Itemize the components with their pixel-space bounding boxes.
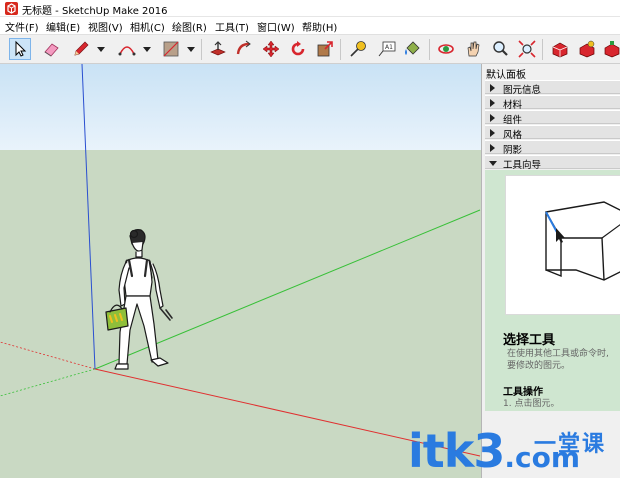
menu-tools[interactable]: 工具(T) — [215, 19, 249, 34]
pencil-icon[interactable] — [70, 38, 92, 60]
collapse-arrow-icon — [489, 161, 497, 166]
toolbar-separator — [429, 39, 430, 60]
eraser-icon[interactable] — [40, 38, 62, 60]
menu-camera[interactable]: 相机(C) — [130, 19, 165, 34]
toolbar-separator — [542, 39, 543, 60]
instructor-content: 选择工具 在使用其他工具或命令时, 要修改的图元。 工具操作 1. 点击图元。 — [485, 170, 620, 411]
scene-canvas — [0, 64, 481, 457]
tape-measure-icon[interactable] — [347, 38, 369, 60]
panel-label: 工具向导 — [503, 160, 542, 171]
green-axis-negative — [0, 368, 96, 397]
panel-label: 图元信息 — [503, 85, 542, 96]
pencil-dropdown-icon[interactable] — [97, 47, 105, 52]
pan-icon[interactable] — [462, 38, 484, 60]
expand-arrow-icon — [490, 99, 495, 107]
tray-title: 默认面板 — [486, 70, 526, 81]
text-icon[interactable]: A1 — [376, 38, 398, 60]
title-bar: 无标题 - SketchUp Make 2016 — [0, 0, 620, 17]
panel-label: 风格 — [503, 130, 523, 141]
arc-dropdown-icon[interactable] — [143, 47, 151, 52]
paint-bucket-icon[interactable] — [401, 38, 423, 60]
shape-dropdown-icon[interactable] — [187, 47, 195, 52]
arc-icon[interactable] — [116, 38, 138, 60]
blue-axis — [81, 64, 96, 370]
panel-instructor[interactable]: 工具向导 — [485, 155, 620, 171]
panel-components[interactable]: 组件 — [485, 110, 620, 126]
panel-materials[interactable]: 材料 — [485, 95, 620, 111]
extension-icon[interactable] — [601, 38, 620, 60]
watermark-cn-text: 一堂课 — [534, 432, 607, 457]
menu-window[interactable]: 窗口(W) — [257, 19, 295, 34]
svg-text:A1: A1 — [385, 44, 393, 51]
rotate-icon[interactable] — [287, 38, 309, 60]
menu-draw[interactable]: 绘图(R) — [172, 19, 207, 34]
select-demo-image — [545, 201, 620, 281]
menu-edit[interactable]: 编辑(E) — [46, 19, 80, 34]
zoom-extents-icon[interactable] — [516, 38, 538, 60]
expand-arrow-icon — [490, 129, 495, 137]
instructor-desc-line2: 要修改的图元。 — [507, 361, 571, 371]
panel-label: 组件 — [503, 115, 523, 126]
orbit-icon[interactable] — [435, 38, 457, 60]
panel-entity-info[interactable]: 图元信息 — [485, 80, 620, 96]
panel-shadows[interactable]: 阴影 — [485, 140, 620, 156]
window-title: 无标题 - SketchUp Make 2016 — [22, 6, 168, 17]
main-toolbar: A1 — [0, 34, 620, 64]
toolbar-separator — [340, 39, 341, 60]
default-tray: 默认面板 图元信息 材料 组件 风格 阴影 工具向导 选择工具 在使用其他工具或… — [481, 64, 620, 478]
panel-label: 阴影 — [503, 145, 523, 156]
expand-arrow-icon — [490, 114, 495, 122]
shape-icon[interactable] — [160, 38, 182, 60]
components-icon[interactable] — [576, 38, 598, 60]
expand-arrow-icon — [490, 84, 495, 92]
toolbar-separator — [201, 39, 202, 60]
menu-bar: 文件(F) 编辑(E) 视图(V) 相机(C) 绘图(R) 工具(T) 窗口(W… — [0, 17, 620, 34]
menu-file[interactable]: 文件(F) — [5, 19, 39, 34]
scale-icon[interactable] — [314, 38, 336, 60]
sketchup-logo-icon — [5, 2, 18, 15]
select-icon[interactable] — [9, 38, 31, 60]
zoom-icon[interactable] — [489, 38, 511, 60]
expand-arrow-icon — [490, 144, 495, 152]
menu-help[interactable]: 帮助(H) — [302, 19, 337, 34]
modeling-viewport[interactable] — [0, 64, 481, 478]
menu-view[interactable]: 视图(V) — [88, 19, 123, 34]
instructor-illustration — [505, 175, 620, 315]
warehouse-icon[interactable] — [549, 38, 571, 60]
push-pull-icon[interactable] — [207, 38, 229, 60]
move-icon[interactable] — [260, 38, 282, 60]
follow-me-icon[interactable] — [233, 38, 255, 60]
scale-figure[interactable] — [105, 229, 173, 370]
panel-label: 材料 — [503, 100, 523, 111]
instructor-step-1: 1. 点击图元。 — [503, 399, 560, 409]
watermark-logo: itk3.com 一堂课 — [408, 424, 620, 478]
panel-styles[interactable]: 风格 — [485, 125, 620, 141]
red-axis-negative — [0, 341, 96, 370]
